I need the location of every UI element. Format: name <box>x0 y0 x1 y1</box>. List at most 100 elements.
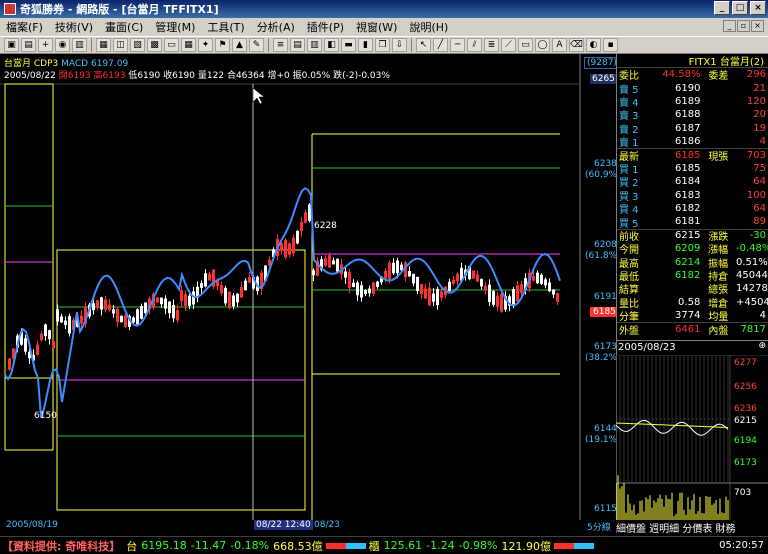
menu-analysis[interactable]: 分析(A) <box>251 19 301 35</box>
table-icon[interactable]: ▤ <box>290 38 305 52</box>
intraday-mini-chart[interactable]: 2005/08/23 ⊕ 6277 6256 6236 6215 6194 61… <box>616 340 768 535</box>
text-tool-icon[interactable]: A <box>552 38 567 52</box>
kline-icon[interactable]: ▥ <box>72 38 87 52</box>
status-bar: 【資料提供: 奇唯科技】 台 6195.18 -11.47 -0.18% 668… <box>0 536 768 554</box>
candle <box>184 294 187 306</box>
save-icon[interactable]: ▪ <box>603 38 618 52</box>
star-icon[interactable]: ✦ <box>198 38 213 52</box>
candle <box>512 289 515 307</box>
candle <box>436 288 439 306</box>
clock: 05:20:57 <box>719 540 764 551</box>
window-icon[interactable]: ▭ <box>164 38 179 52</box>
mini-price-label: 6277 <box>734 358 757 368</box>
current-price-tag: 6185 <box>590 307 619 317</box>
channel-tool-icon[interactable]: ⫽ <box>467 38 482 52</box>
menu-tech[interactable]: 技術(V) <box>49 19 99 35</box>
candle <box>192 291 195 305</box>
zoom-icon[interactable]: ◉ <box>55 38 70 52</box>
candle <box>96 300 99 308</box>
menu-help[interactable]: 說明(H) <box>403 19 454 35</box>
axis-price-6191: 6191 <box>594 292 617 302</box>
main-chart-area[interactable]: 台當月 CDP3 MACD 6197.09 2005/08/22 開6193 高… <box>0 54 621 532</box>
menu-tools[interactable]: 工具(T) <box>201 19 250 35</box>
menu-view[interactable]: 畫面(C) <box>99 19 149 35</box>
candle <box>64 320 67 326</box>
candle <box>452 279 455 284</box>
candle <box>116 308 119 323</box>
mini-tabs[interactable]: 細價盤 週明細 分價表 財務 <box>616 520 768 535</box>
panel-icon[interactable]: ▥ <box>307 38 322 52</box>
candle <box>172 304 175 319</box>
bid-row[interactable]: 買 4 6182 64 <box>617 202 768 216</box>
ask-row[interactable]: 賣 2 6187 19 <box>617 122 768 136</box>
layout-icon[interactable]: ▤ <box>21 38 36 52</box>
bid-row[interactable]: 買 5 6181 89 <box>617 215 768 229</box>
split-icon[interactable]: ◧ <box>324 38 339 52</box>
mdi-close-button[interactable]: × <box>751 20 764 32</box>
candle <box>312 270 315 276</box>
line-tool-icon[interactable]: ╱ <box>433 38 448 52</box>
mdi-minimize-button[interactable]: _ <box>723 20 736 32</box>
rect-tool-icon[interactable]: ▭ <box>518 38 533 52</box>
candle <box>352 282 355 288</box>
ellipse-tool-icon[interactable]: ◯ <box>535 38 550 52</box>
add-icon[interactable]: + <box>38 38 53 52</box>
close-button[interactable]: × <box>750 1 766 15</box>
flag-icon[interactable]: ⚑ <box>215 38 230 52</box>
report-icon[interactable]: ▧ <box>130 38 145 52</box>
candle <box>44 324 47 337</box>
menu-plugins[interactable]: 插件(P) <box>301 19 350 35</box>
grid-icon[interactable]: ▩ <box>147 38 162 52</box>
candlestick-chart[interactable]: 6228 6150 <box>0 54 616 520</box>
candle <box>348 272 351 288</box>
candle <box>140 306 143 319</box>
pen-icon[interactable]: ✎ <box>249 38 264 52</box>
maximize-button[interactable]: □ <box>732 1 748 15</box>
fan-tool-icon[interactable]: ⟋ <box>501 38 516 52</box>
open-icon[interactable]: ▣ <box>4 38 19 52</box>
macd-line <box>4 187 561 418</box>
menu-file[interactable]: 檔案(F) <box>0 19 49 35</box>
alert-icon[interactable]: ▲ <box>232 38 247 52</box>
ask-row[interactable]: 賣 5 6190 21 <box>617 81 768 96</box>
mouse-cursor-icon <box>252 87 265 105</box>
candle <box>112 309 115 314</box>
stat-row: 今開 6209 漲幅 -0.48% <box>619 243 768 257</box>
data-source: 【資料提供: 奇唯科技】 <box>2 539 121 553</box>
candles <box>8 202 559 371</box>
chart-icon[interactable]: ▦ <box>96 38 111 52</box>
date-cursor: 08/22 12:40 <box>254 520 313 530</box>
fib-tool-icon[interactable]: ≣ <box>484 38 499 52</box>
cursor-icon[interactable]: ↖ <box>416 38 431 52</box>
bid-row[interactable]: 買 3 6183 100 <box>617 189 768 203</box>
minute-icon[interactable]: ◫ <box>113 38 128 52</box>
ask-row[interactable]: 賣 1 6186 4 <box>617 135 768 149</box>
export-icon[interactable]: ⇩ <box>392 38 407 52</box>
candle <box>500 294 503 312</box>
candle <box>328 255 331 268</box>
hline-tool-icon[interactable]: ─ <box>450 38 465 52</box>
list-icon[interactable]: ≡ <box>273 38 288 52</box>
minimize-button[interactable]: _ <box>714 1 730 15</box>
mdi-restore-button[interactable]: ▫ <box>737 20 750 32</box>
toolbar: ▣ ▤ + ◉ ▥ ▦ ◫ ▧ ▩ ▭ ▦ ✦ ⚑ ▲ ✎ ≡ ▤ ▥ ◧ ▬ … <box>0 36 768 54</box>
period-mode[interactable]: 5分線 <box>585 520 613 533</box>
candle <box>224 287 227 304</box>
candle <box>92 303 95 311</box>
menu-window[interactable]: 視窗(W) <box>350 19 403 35</box>
tile-h-icon[interactable]: ▬ <box>341 38 356 52</box>
index2-bar <box>554 542 595 549</box>
eraser-icon[interactable]: ⌫ <box>569 38 584 52</box>
bid-row[interactable]: 買 1 6185 75 <box>617 162 768 176</box>
tile-v-icon[interactable]: ▮ <box>358 38 373 52</box>
menu-manage[interactable]: 管理(M) <box>149 19 201 35</box>
ask-row[interactable]: 賣 3 6188 20 <box>617 108 768 122</box>
mini-chart-date: 2005/08/23 <box>618 342 676 353</box>
color-icon[interactable]: ◐ <box>586 38 601 52</box>
bid-row[interactable]: 買 2 6184 64 <box>617 175 768 189</box>
cascade-icon[interactable]: ❐ <box>375 38 390 52</box>
candle <box>180 290 183 302</box>
ask-row[interactable]: 賣 4 6189 120 <box>617 95 768 109</box>
tile-icon[interactable]: ▦ <box>181 38 196 52</box>
expand-icon[interactable]: ⊕ <box>758 341 766 351</box>
